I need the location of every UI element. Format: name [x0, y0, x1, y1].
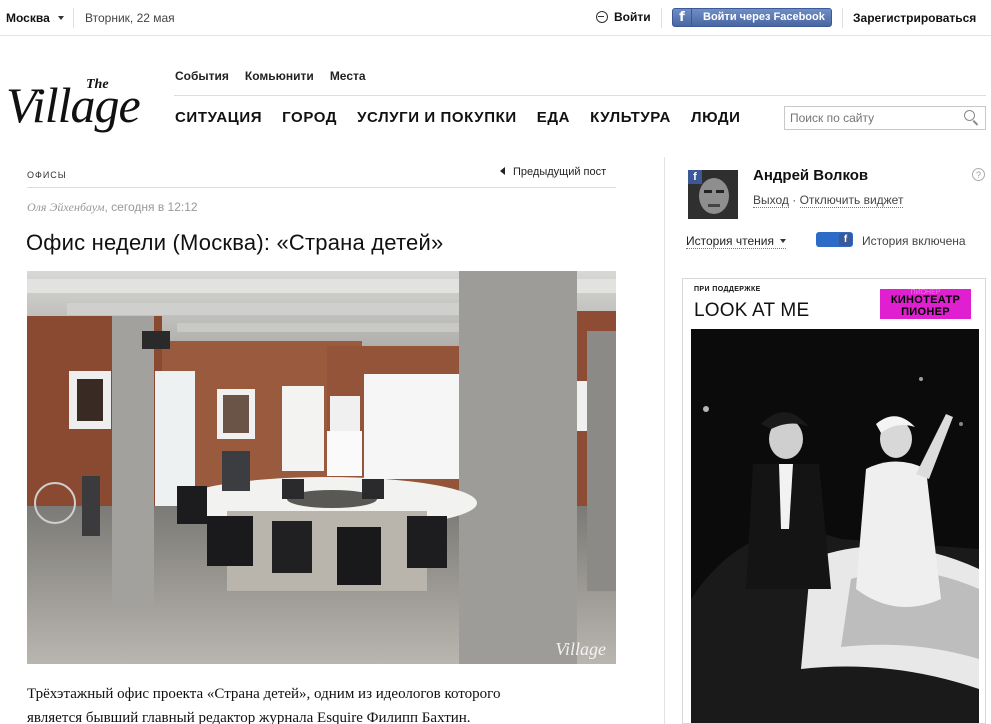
subnav-community[interactable]: Комьюнити: [245, 69, 314, 83]
office-photo-drawing: [27, 271, 616, 664]
avatar[interactable]: f: [688, 170, 738, 219]
main-navigation: СИТУАЦИЯ ГОРОД УСЛУГИ И ПОКУПКИ ЕДА КУЛЬТУРА…: [175, 109, 761, 126]
login-label: Войти: [614, 10, 651, 24]
search-icon[interactable]: [964, 110, 975, 121]
article-lead-line-2: является бывший главный редактор журнала…: [27, 710, 471, 724]
divider: [842, 8, 843, 28]
logo-the: The: [86, 77, 109, 92]
nav-food[interactable]: ЕДА: [537, 109, 570, 126]
ad-support-label: ПРИ ПОДДЕРЖКЕ: [694, 286, 761, 293]
logout-link[interactable]: Выход: [753, 193, 789, 208]
register-button[interactable]: Зарегистрироваться: [853, 11, 976, 25]
photo-watermark: Village: [555, 639, 606, 659]
search-input[interactable]: [785, 107, 960, 129]
logo-village: Village: [6, 77, 141, 133]
article-title: Офис недели (Москва): «Страна детей»: [26, 230, 444, 255]
divider: [73, 8, 74, 28]
reading-history-label: История чтения: [686, 234, 774, 248]
login-button[interactable]: Войти: [596, 10, 651, 24]
help-icon[interactable]: ?: [972, 168, 985, 181]
kino-line-2: КИНОТЕАТР: [890, 294, 961, 306]
history-status: История включена: [862, 234, 966, 248]
subnav-places[interactable]: Места: [330, 69, 366, 83]
subnav-events[interactable]: События: [175, 69, 229, 83]
nav-services[interactable]: УСЛУГИ И ПОКУПКИ: [357, 109, 517, 126]
disable-widget-link[interactable]: Отключить виджет: [799, 193, 904, 208]
previous-post-label: Предыдущий пост: [513, 166, 607, 178]
article-byline: Оля Эйхенбаум, сегодня в 12:12: [27, 200, 198, 215]
divider: [661, 8, 662, 28]
city-label: Москва: [6, 11, 50, 25]
ad-brand: LOOK AT ME: [694, 300, 810, 321]
column-divider: [664, 157, 665, 724]
article-time: , сегодня в 12:12: [104, 200, 198, 214]
ad-photo-drawing: [691, 329, 979, 723]
article-lead: Трёхэтажный офис проекта «Страна детей»,…: [27, 682, 616, 724]
previous-post-link[interactable]: Предыдущий пост: [500, 166, 606, 178]
nav-situation[interactable]: СИТУАЦИЯ: [175, 109, 262, 126]
article-photo[interactable]: Village: [27, 271, 616, 664]
sub-navigation: События Комьюнити Места: [175, 69, 382, 83]
links-separator: ·: [788, 193, 800, 207]
nav-culture[interactable]: КУЛЬТУРА: [590, 109, 671, 126]
nav-city[interactable]: ГОРОД: [282, 109, 337, 126]
kino-line-3: ПИОНЕР: [901, 306, 950, 318]
top-bar: Москва Вторник, 22 мая Войти f Войти чер…: [0, 0, 991, 36]
ad-photo: [691, 329, 979, 723]
article-lead-line-1: Трёхэтажный офис проекта «Страна детей»,…: [27, 686, 501, 702]
facebook-icon: f: [673, 9, 692, 26]
article-rubric[interactable]: ОФИСЫ: [27, 170, 67, 180]
site-logo[interactable]: Village The: [6, 77, 161, 140]
history-toggle[interactable]: f: [816, 232, 853, 247]
chevron-down-icon: [779, 239, 786, 243]
current-date: Вторник, 22 мая: [85, 11, 175, 25]
article-divider: [27, 187, 616, 188]
user-links: Выход · Отключить виджет: [753, 193, 904, 208]
city-selector[interactable]: Москва: [6, 11, 64, 25]
advertisement-banner[interactable]: ПРИ ПОДДЕРЖКЕ LOOK AT ME ПИОНЕР КИНОТЕАТ…: [682, 278, 986, 724]
facebook-login-button[interactable]: f Войти через Facebook: [672, 8, 832, 27]
header-divider: [174, 95, 986, 96]
site-search: [784, 106, 986, 130]
user-name[interactable]: Андрей Волков: [753, 167, 868, 184]
chevron-down-icon: [57, 16, 64, 20]
article-author[interactable]: Оля Эйхенбаум: [27, 200, 105, 214]
facebook-login-label: Войти через Facebook: [703, 11, 825, 23]
enter-icon: [596, 11, 608, 23]
facebook-icon: f: [688, 170, 702, 184]
facebook-icon: f: [839, 233, 852, 246]
nav-people[interactable]: ЛЮДИ: [691, 109, 741, 126]
arrow-left-icon: [500, 167, 505, 175]
reading-history-dropdown[interactable]: История чтения: [686, 234, 786, 249]
kino-logo: ПИОНЕР КИНОТЕАТР ПИОНЕР: [880, 289, 971, 319]
